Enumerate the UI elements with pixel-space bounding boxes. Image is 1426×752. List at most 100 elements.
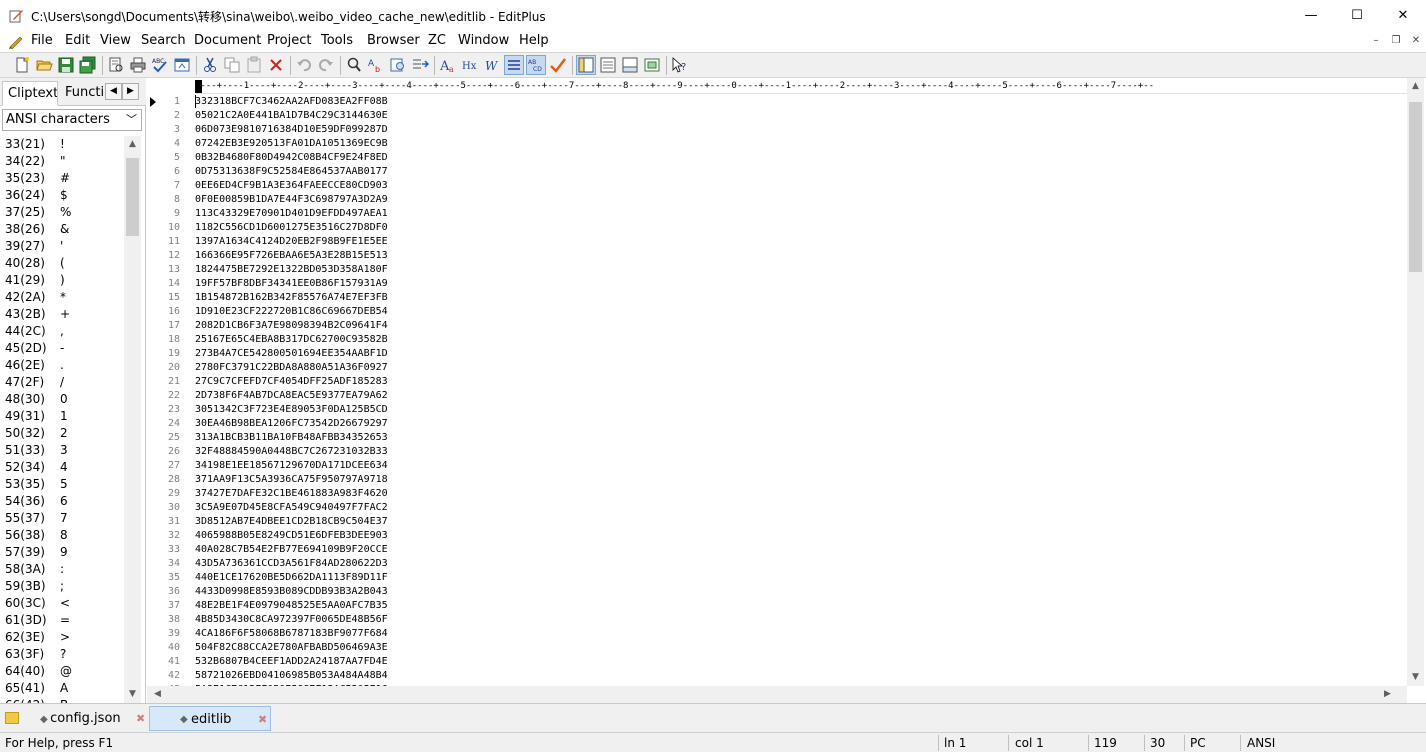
code-line[interactable]: 332318BCF7C3462AA2AFD083EA2FF08B (195, 95, 388, 109)
cliptext-item[interactable]: 54(36) 6 (5, 493, 68, 510)
scroll-right-icon[interactable]: ▶ (1379, 686, 1396, 703)
code-line[interactable]: 3D8512AB7E4DBEE1CD2B18CB9C504E37 (195, 515, 388, 529)
print-preview-icon[interactable] (107, 56, 125, 74)
cliptext-item[interactable]: 43(2B) + (5, 306, 70, 323)
word-wrap-icon[interactable]: W (483, 56, 501, 74)
cliptext-item[interactable]: 47(2F) / (5, 374, 64, 391)
text-area[interactable]: 332318BCF7C3462AA2AFD083EA2FF08B 05021C2A… (195, 94, 1407, 686)
code-line[interactable]: 4433D0998E8593B089CDDB93B3A2B043 (195, 585, 388, 599)
code-line[interactable]: 05021C2A0E441BA1D7B4C29C3144630E (195, 109, 388, 123)
mdi-close-button[interactable]: ✕ (1408, 34, 1424, 48)
save-all-icon[interactable] (79, 56, 97, 74)
editor-pane[interactable]: ----+----1----+----2----+----3----+----4… (147, 78, 1426, 703)
cliptext-item[interactable]: 49(31) 1 (5, 408, 68, 425)
tab-cliptext[interactable]: Cliptext (2, 81, 58, 106)
editor-vertical-scrollbar[interactable]: ▲ ▼ (1407, 78, 1424, 686)
file-tab-config-json[interactable]: ◆ config.json ✖ (40, 706, 148, 731)
undo-icon[interactable] (295, 56, 313, 74)
menu-project[interactable]: Project (267, 33, 311, 48)
find-in-files-icon[interactable] (389, 56, 407, 74)
goto-line-icon[interactable] (411, 56, 429, 74)
code-line[interactable]: 313A1BCB3B11BA10FB48AFBB34352653 (195, 431, 388, 445)
checkmark-icon[interactable] (549, 56, 567, 74)
scroll-left-icon[interactable]: ◀ (149, 686, 166, 703)
code-line[interactable]: 0EE6ED4CF9B1A3E364FAEECCE80CD903 (195, 179, 388, 193)
cliptext-item[interactable]: 59(3B); (5, 578, 64, 595)
scroll-down-icon[interactable]: ▼ (1407, 669, 1424, 686)
cliptext-item[interactable]: 58(3A): (5, 561, 64, 578)
tab-scroll-right-icon[interactable]: ▶ (122, 83, 139, 100)
spell-check-icon[interactable]: ABC (151, 56, 169, 74)
cliptext-item[interactable]: 55(37) 7 (5, 510, 68, 527)
code-line[interactable]: 4CA186F6F58068B6787183BF9077F684 (195, 627, 388, 641)
browser-icon[interactable] (173, 56, 191, 74)
code-line[interactable]: 371AA9F13C5A3936CA75F950797A9718 (195, 473, 388, 487)
scroll-up-icon[interactable]: ▲ (124, 136, 141, 153)
code-line[interactable]: 1182C556CD1D6001275E3516C27D8DF0 (195, 221, 388, 235)
menu-view[interactable]: View (100, 33, 131, 48)
code-line[interactable]: 0B32B4680F80D4942C08B4CF9E24F8ED (195, 151, 388, 165)
code-line[interactable]: 25167E65C4EBA8B317DC62700C93582B (195, 333, 388, 347)
cliptext-item[interactable]: 39(27) ' (5, 238, 63, 255)
close-button[interactable]: ✕ (1380, 0, 1426, 31)
cliptext-item[interactable]: 65(41) A (5, 680, 68, 697)
cliptext-item[interactable]: 56(38) 8 (5, 527, 68, 544)
code-line[interactable]: 07242EB3E920513FA01DA1051369EC9B (195, 137, 388, 151)
menu-document[interactable]: Document (194, 33, 261, 48)
tab-scroll-left-icon[interactable]: ◀ (105, 83, 122, 100)
replace-icon[interactable]: Ab (367, 56, 385, 74)
context-help-icon[interactable]: ? (671, 56, 689, 74)
cliptext-item[interactable]: 64(40) @ (5, 663, 72, 680)
code-line[interactable]: 2780FC3791C22BDA8A880A51A36F0927 (195, 361, 388, 375)
output-window-icon[interactable] (621, 56, 639, 74)
maximize-button[interactable]: ☐ (1334, 0, 1380, 31)
cliptext-item[interactable]: 52(34) 4 (5, 459, 68, 476)
code-line[interactable]: 27C9C7CFEFD7CF4054DFF25ADF185283 (195, 375, 388, 389)
cliptext-item[interactable]: 51(33) 3 (5, 442, 68, 459)
cliptext-item[interactable]: 45(2D) - (5, 340, 64, 357)
code-line[interactable]: 3C5A9E07D45E8CFA549C940497F7FAC2 (195, 501, 388, 515)
cliptext-item[interactable]: 63(3F)? (5, 646, 66, 663)
font-icon[interactable]: Aa (439, 56, 457, 74)
cliptext-item[interactable]: 53(35) 5 (5, 476, 68, 493)
menu-browser[interactable]: Browser (367, 33, 420, 48)
menu-help[interactable]: Help (519, 33, 549, 48)
scrollbar-thumb[interactable] (126, 158, 139, 236)
cliptext-item[interactable]: 42(2A) * (5, 289, 66, 306)
menu-edit[interactable]: Edit (65, 33, 90, 48)
cliptext-library-select[interactable]: ANSI characters ﹀ (2, 109, 142, 131)
code-line[interactable]: 37427E7DAFE32C1BE461883A983F4620 (195, 487, 388, 501)
find-icon[interactable] (345, 56, 363, 74)
code-line[interactable]: 34198E1EE18567129670DA171DCEE634 (195, 459, 388, 473)
code-line[interactable]: 19FF57BF8DBF34341EE0B86F157931A9 (195, 277, 388, 291)
ruler-icon[interactable]: AB CD (526, 55, 546, 75)
menu-file[interactable]: File (31, 33, 53, 48)
cliptext-item[interactable]: 40(28) ( (5, 255, 65, 272)
code-line[interactable]: 532B6807B4CEEF1ADD2A24187AA7FD4E (195, 655, 388, 669)
code-line[interactable]: 0D75313638F9C52584E864537AAB0177 (195, 165, 388, 179)
code-line[interactable]: 0F0E00859B1DA7E44F3C698797A3D2A9 (195, 193, 388, 207)
menu-search[interactable]: Search (141, 33, 186, 48)
code-line[interactable]: 32F48884590A0448BC7C267231032B33 (195, 445, 388, 459)
cliptext-item[interactable]: 46(2E). (5, 357, 64, 374)
cliptext-item[interactable]: 62(3E) > (5, 629, 70, 646)
file-tab-editlib[interactable]: ◆ editlib ✖ (149, 706, 271, 731)
code-line[interactable]: 113C43329E70901D401D9EFDD497AEA1 (195, 207, 388, 221)
minimize-button[interactable]: — (1288, 0, 1334, 31)
code-line[interactable]: 1824475BE7292E1322BD053D358A180F (195, 263, 388, 277)
code-line[interactable]: 1B154872B162B342F85576A74E7EF3FB (195, 291, 388, 305)
code-line[interactable]: 1397A1634C4124D20EB2F98B9FE1E5EE (195, 235, 388, 249)
code-line[interactable]: 3051342C3F723E4E89053F0DA125B5CD (195, 403, 388, 417)
cliptext-item[interactable]: 36(24) $ (5, 187, 68, 204)
scroll-up-icon[interactable]: ▲ (1407, 78, 1424, 95)
cliptext-item[interactable]: 38(26) & (5, 221, 69, 238)
code-line[interactable]: 2082D1CB6F3A7E98098394B2C09641F4 (195, 319, 388, 333)
cut-icon[interactable] (201, 56, 219, 74)
hex-viewer-icon[interactable]: Hx (461, 56, 479, 74)
cliptext-item[interactable]: 57(39) 9 (5, 544, 68, 561)
cliptext-item[interactable]: 48(30) 0 (5, 391, 68, 408)
code-line[interactable]: 440E1CE17620BE5D662DA1113F89D11F (195, 571, 388, 585)
line-numbers-icon[interactable] (504, 55, 524, 75)
editor-horizontal-scrollbar[interactable]: ◀ ▶ (147, 686, 1407, 703)
code-line[interactable]: 504F82C88CCA2E780AFBABD506469A3E (195, 641, 388, 655)
